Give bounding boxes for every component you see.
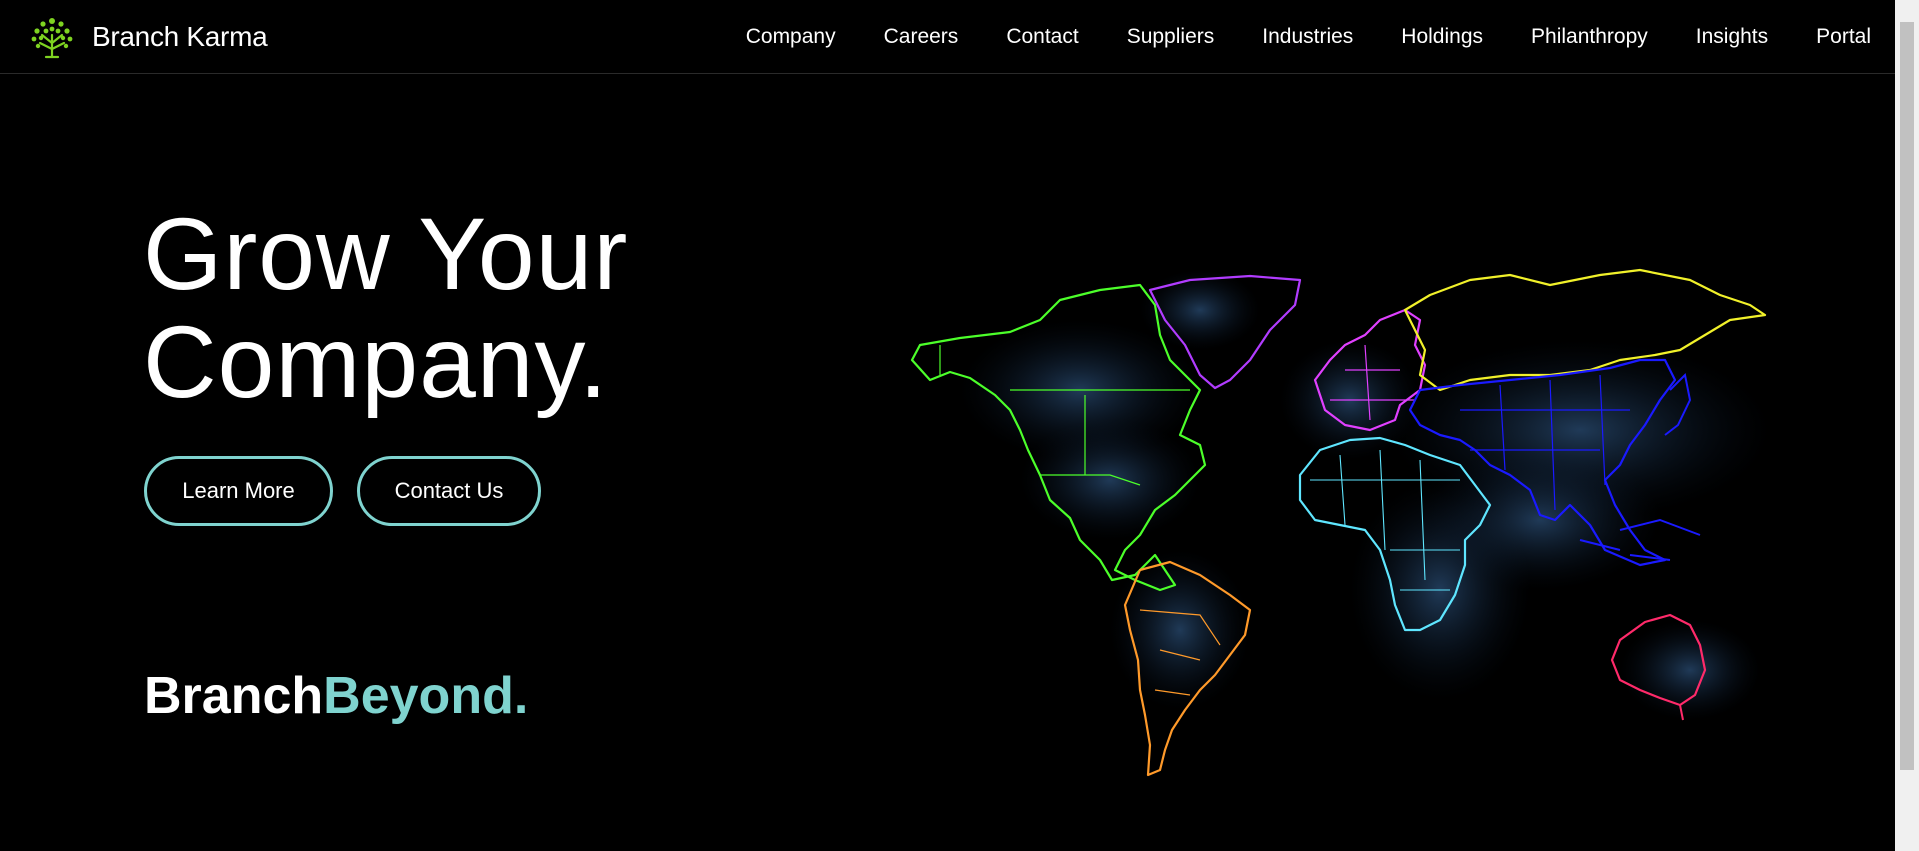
page-scrollbar[interactable] bbox=[1895, 0, 1919, 851]
nav-item-philanthropy[interactable]: Philanthropy bbox=[1531, 25, 1648, 49]
site-header: Branch Karma Company Careers Contact Sup… bbox=[0, 0, 1895, 74]
tagline-branch: Branch bbox=[144, 667, 324, 725]
hero-title-line1: Grow Your bbox=[143, 197, 629, 311]
nav-item-suppliers[interactable]: Suppliers bbox=[1127, 25, 1215, 49]
brand-name: Branch Karma bbox=[92, 21, 268, 52]
brand-link[interactable]: Branch Karma bbox=[28, 13, 268, 61]
learn-more-button[interactable]: Learn More bbox=[144, 456, 333, 526]
contact-us-button[interactable]: Contact Us bbox=[357, 456, 541, 526]
nav-item-careers[interactable]: Careers bbox=[884, 25, 959, 49]
nav-item-contact[interactable]: Contact bbox=[1006, 25, 1078, 49]
hero-title: Grow Your Company. bbox=[143, 200, 628, 416]
world-map-image bbox=[900, 250, 1820, 790]
nav-item-portal[interactable]: Portal bbox=[1816, 25, 1871, 49]
branch-beyond-tagline: BranchBeyond. bbox=[144, 666, 528, 726]
hero-title-line2: Company. bbox=[143, 305, 609, 419]
tree-logo-icon bbox=[28, 13, 76, 61]
page: Branch Karma Company Careers Contact Sup… bbox=[0, 0, 1919, 851]
map-glow bbox=[960, 270, 1770, 720]
nav-item-holdings[interactable]: Holdings bbox=[1401, 25, 1483, 49]
scrollbar-thumb[interactable] bbox=[1900, 22, 1914, 770]
nav-item-company[interactable]: Company bbox=[746, 25, 836, 49]
nav-item-industries[interactable]: Industries bbox=[1262, 25, 1353, 49]
main-nav: Company Careers Contact Suppliers Indust… bbox=[698, 0, 1871, 73]
nav-item-insights[interactable]: Insights bbox=[1696, 25, 1768, 49]
tagline-beyond: Beyond. bbox=[323, 667, 529, 725]
